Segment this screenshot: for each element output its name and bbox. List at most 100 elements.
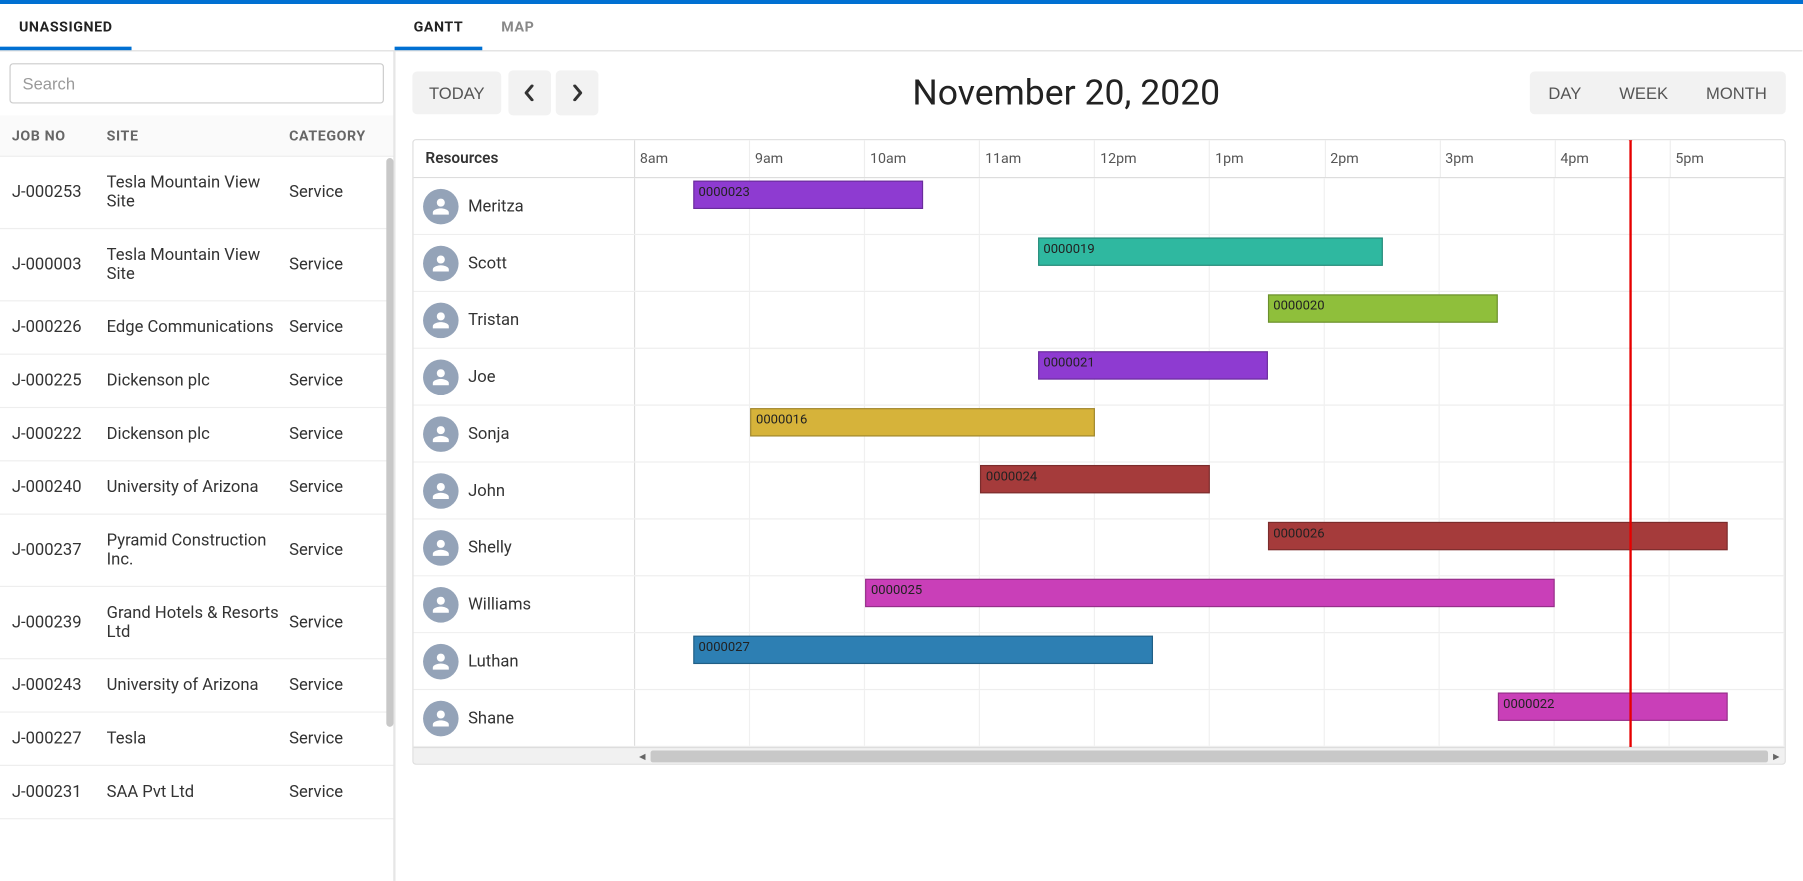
header-category[interactable]: CATEGORY (289, 127, 381, 144)
resource-name: Scott (468, 253, 507, 272)
table-row[interactable]: J-000003Tesla Mountain View SiteService (0, 229, 393, 301)
cell-site: Grand Hotels & Resorts Ltd (100, 604, 290, 642)
view-week-button[interactable]: WEEK (1600, 72, 1687, 115)
scroll-right-icon[interactable]: ► (1768, 748, 1785, 765)
time-header-cell: 2pm (1325, 140, 1440, 177)
grid-cell (750, 690, 865, 746)
cell-category: Service (289, 729, 381, 748)
grid-cell (1440, 349, 1555, 405)
resource-name: Shelly (468, 538, 512, 557)
resource-name: John (468, 481, 505, 500)
search-input[interactable] (9, 63, 383, 103)
time-body: 0000019 (635, 235, 1784, 291)
grid-cell (635, 576, 750, 632)
today-button[interactable]: TODAY (412, 72, 501, 115)
scroll-left-icon[interactable]: ◄ (634, 748, 651, 765)
resource-name: Joe (468, 367, 495, 386)
table-row[interactable]: J-000240University of ArizonaService (0, 461, 393, 514)
header-site[interactable]: SITE (100, 127, 290, 144)
gantt-row: Shelly 0000026 (414, 519, 1785, 576)
grid-cell (1670, 292, 1785, 348)
grid-cell (1555, 633, 1670, 689)
gantt-bar[interactable]: 0000019 (1037, 237, 1382, 265)
table-row[interactable]: J-000237Pyramid Construction Inc.Service (0, 515, 393, 587)
grid-cell (635, 235, 750, 291)
time-header: 8am9am10am11am12pm1pm2pm3pm4pm5pm (635, 140, 1784, 177)
grid-cell (750, 349, 865, 405)
cell-site: Dickenson plc (100, 371, 290, 390)
gantt-bar[interactable]: 0000016 (750, 408, 1095, 436)
right-tabs: GANTTMAP (395, 4, 1803, 51)
grid-cell (1670, 576, 1785, 632)
cell-job-no: J-000240 (12, 478, 100, 497)
scroll-thumb[interactable] (651, 751, 1768, 763)
time-header-cell: 5pm (1671, 140, 1785, 177)
cell-category: Service (289, 613, 381, 632)
table-row[interactable]: J-000227TeslaService (0, 713, 393, 766)
resource-cell[interactable]: John (414, 463, 636, 519)
time-header-cell: 10am (865, 140, 980, 177)
resource-cell[interactable]: Joe (414, 349, 636, 405)
search-wrap (0, 51, 393, 115)
gantt-bar[interactable]: 0000027 (693, 636, 1153, 664)
resource-cell[interactable]: Williams (414, 576, 636, 632)
grid-cell (1670, 406, 1785, 462)
resource-cell[interactable]: Tristan (414, 292, 636, 348)
table-row[interactable]: J-000239Grand Hotels & Resorts LtdServic… (0, 587, 393, 659)
table-row[interactable]: J-000231SAA Pvt LtdService (0, 766, 393, 819)
time-header-cell: 12pm (1095, 140, 1210, 177)
cell-job-no: J-000003 (12, 255, 100, 274)
gantt-bar[interactable]: 0000025 (865, 579, 1555, 607)
view-month-button[interactable]: MONTH (1687, 72, 1786, 115)
grid-cell (1095, 519, 1210, 575)
header-job-no[interactable]: JOB NO (12, 127, 100, 144)
cell-site: University of Arizona (100, 478, 290, 497)
cell-site: Pyramid Construction Inc. (100, 531, 290, 569)
grid-cell (1325, 349, 1440, 405)
resource-name: Shane (468, 708, 514, 727)
table-row[interactable]: J-000226Edge CommunicationsService (0, 301, 393, 354)
cell-category: Service (289, 478, 381, 497)
resource-cell[interactable]: Scott (414, 235, 636, 291)
resource-cell[interactable]: Luthan (414, 633, 636, 689)
grid-cell (865, 349, 980, 405)
cell-site: SAA Pvt Ltd (100, 783, 290, 802)
gantt-bar[interactable]: 0000020 (1267, 294, 1497, 322)
time-header-cell: 3pm (1441, 140, 1556, 177)
tab-map[interactable]: MAP (482, 4, 553, 50)
next-button[interactable] (556, 70, 599, 115)
table-row[interactable]: J-000222Dickenson plcService (0, 408, 393, 461)
cell-job-no: J-000243 (12, 676, 100, 695)
tab-gantt[interactable]: GANTT (395, 4, 483, 50)
grid-cell (1210, 633, 1325, 689)
resource-cell[interactable]: Shelly (414, 519, 636, 575)
table-row[interactable]: J-000253Tesla Mountain View SiteService (0, 157, 393, 229)
cell-category: Service (289, 783, 381, 802)
gantt-bar[interactable]: 0000023 (693, 181, 923, 209)
grid-cell (635, 349, 750, 405)
tab-unassigned[interactable]: UNASSIGNED (0, 4, 132, 50)
horizontal-scrollbar[interactable]: ◄ ► (414, 747, 1785, 764)
gantt-bar[interactable]: 0000022 (1497, 692, 1727, 720)
sidebar-scrollbar[interactable] (386, 158, 393, 727)
gantt-bar[interactable]: 0000021 (1037, 351, 1267, 379)
time-body: 0000024 (635, 463, 1784, 519)
grid-cell (635, 519, 750, 575)
resource-cell[interactable]: Shane (414, 690, 636, 746)
grid-cell (635, 406, 750, 462)
content: TODAY November 20, 2020 DAY WEEK MONTH R… (395, 51, 1803, 880)
table-row[interactable]: J-000243University of ArizonaService (0, 659, 393, 712)
job-list: J-000253Tesla Mountain View SiteServiceJ… (0, 157, 393, 881)
resource-cell[interactable]: Sonja (414, 406, 636, 462)
gantt-bar[interactable]: 0000024 (980, 465, 1210, 493)
resource-cell[interactable]: Meritza (414, 178, 636, 234)
table-row[interactable]: J-000225Dickenson plcService (0, 355, 393, 408)
view-group: DAY WEEK MONTH (1529, 72, 1785, 115)
grid-cell (1555, 406, 1670, 462)
time-body: 0000016 (635, 406, 1784, 462)
gantt-row: Shane 0000022 (414, 690, 1785, 747)
time-header-cell: 11am (980, 140, 1095, 177)
view-day-button[interactable]: DAY (1529, 72, 1600, 115)
gantt-bar[interactable]: 0000026 (1267, 522, 1727, 550)
prev-button[interactable] (508, 70, 551, 115)
